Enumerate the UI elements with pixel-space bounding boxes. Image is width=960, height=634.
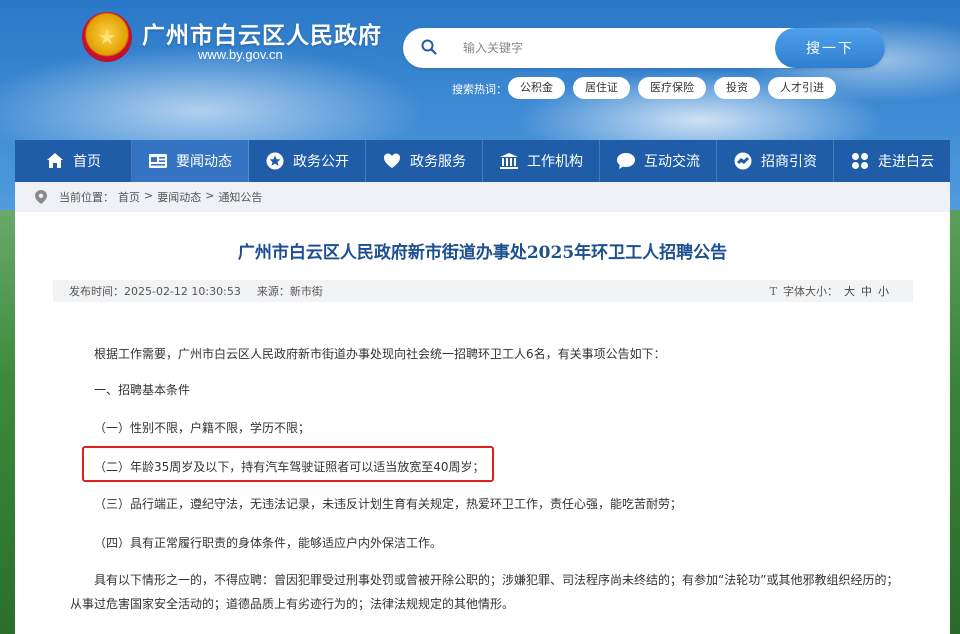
star-icon	[265, 151, 285, 171]
article-title: 广州市白云区人民政府新市街道办事处2025年环卫工人招聘公告	[237, 243, 728, 263]
hot-tag[interactable]: 医疗保险	[638, 77, 706, 99]
nav-item-label: 工作机构	[527, 154, 583, 170]
source-value: 新市街	[289, 285, 323, 298]
nav-item-about-baiyun[interactable]: 走进白云	[834, 140, 950, 182]
nav-item-gov-services[interactable]: 政务服务	[366, 140, 483, 182]
font-size-small[interactable]: 小	[878, 283, 889, 299]
publish-time-label: 发布时间：	[69, 285, 124, 298]
font-size-medium[interactable]: 中	[861, 283, 872, 299]
breadcrumb-link-news[interactable]: 要闻动态	[157, 189, 201, 205]
nav-item-label: 政务公开	[293, 154, 349, 170]
national-emblem-icon[interactable]: ★	[82, 12, 132, 62]
heart-hand-icon	[382, 151, 402, 171]
hot-search-tags: 公积金 居住证 医疗保险 投资 人才引进	[508, 77, 836, 99]
nav-item-news[interactable]: 要闻动态	[132, 140, 249, 182]
nav-item-public-affairs[interactable]: 政务公开	[249, 140, 366, 182]
breadcrumb-link-home[interactable]: 首页	[118, 189, 140, 205]
source-label: 来源：	[256, 285, 290, 298]
search-icon	[421, 39, 439, 57]
main-nav: 首页 要闻动态 政务公开 政务服务 工作机构 互动交流 招商引资 走进白云	[15, 140, 950, 182]
font-size-label: 字体大小：	[783, 285, 838, 298]
hot-tag[interactable]: 人才引进	[768, 77, 836, 99]
search-box: 搜一下	[403, 28, 885, 68]
breadcrumb-link-notices[interactable]: 通知公告	[218, 189, 262, 205]
content-panel: 当前位置： 首页 > 要闻动态 > 通知公告 广州市白云区人民政府新市街道办事处…	[15, 182, 950, 634]
nav-item-label: 要闻动态	[176, 154, 232, 170]
search-input[interactable]	[463, 28, 763, 68]
nav-item-label: 互动交流	[644, 154, 700, 170]
hot-search-label: 搜索热词：	[452, 83, 507, 96]
font-size-large[interactable]: 大	[844, 283, 855, 299]
nav-item-label: 走进白云	[878, 154, 934, 170]
hot-tag[interactable]: 居住证	[573, 77, 630, 99]
building-icon	[499, 151, 519, 171]
breadcrumb-label: 当前位置：	[59, 191, 114, 204]
nav-item-interaction[interactable]: 互动交流	[600, 140, 717, 182]
nav-item-label: 首页	[73, 154, 101, 170]
nav-item-label: 招商引资	[761, 154, 817, 170]
publish-time: 2025-02-12 10:30:53	[124, 284, 241, 298]
nav-item-work-agencies[interactable]: 工作机构	[483, 140, 600, 182]
handshake-icon	[733, 151, 753, 171]
hot-tag[interactable]: 公积金	[508, 77, 565, 99]
news-icon	[148, 151, 168, 171]
font-size-control: T 字体大小： 大 中 小	[770, 280, 889, 302]
font-size-icon: T	[769, 284, 777, 298]
home-icon	[45, 151, 65, 171]
chat-icon	[616, 151, 636, 171]
breadcrumb-separator: >	[205, 189, 215, 202]
search-button[interactable]: 搜一下	[775, 28, 885, 68]
highlight-annotation-box	[82, 446, 494, 482]
hot-tag[interactable]: 投资	[714, 77, 760, 99]
nav-item-label: 政务服务	[410, 154, 466, 170]
location-pin-icon	[35, 190, 47, 204]
nav-item-investment[interactable]: 招商引资	[717, 140, 834, 182]
nav-item-home[interactable]: 首页	[15, 140, 132, 182]
breadcrumb-separator: >	[144, 189, 154, 202]
article-meta: 发布时间： 2025-02-12 10:30:53 来源： 新市街 T 字体大小…	[53, 280, 913, 302]
site-title[interactable]: 广州市白云区人民政府	[142, 16, 382, 50]
breadcrumb: 当前位置： 首页 > 要闻动态 > 通知公告	[15, 182, 950, 212]
site-url: www.by.gov.cn	[198, 47, 283, 62]
grid-icon	[850, 151, 870, 171]
